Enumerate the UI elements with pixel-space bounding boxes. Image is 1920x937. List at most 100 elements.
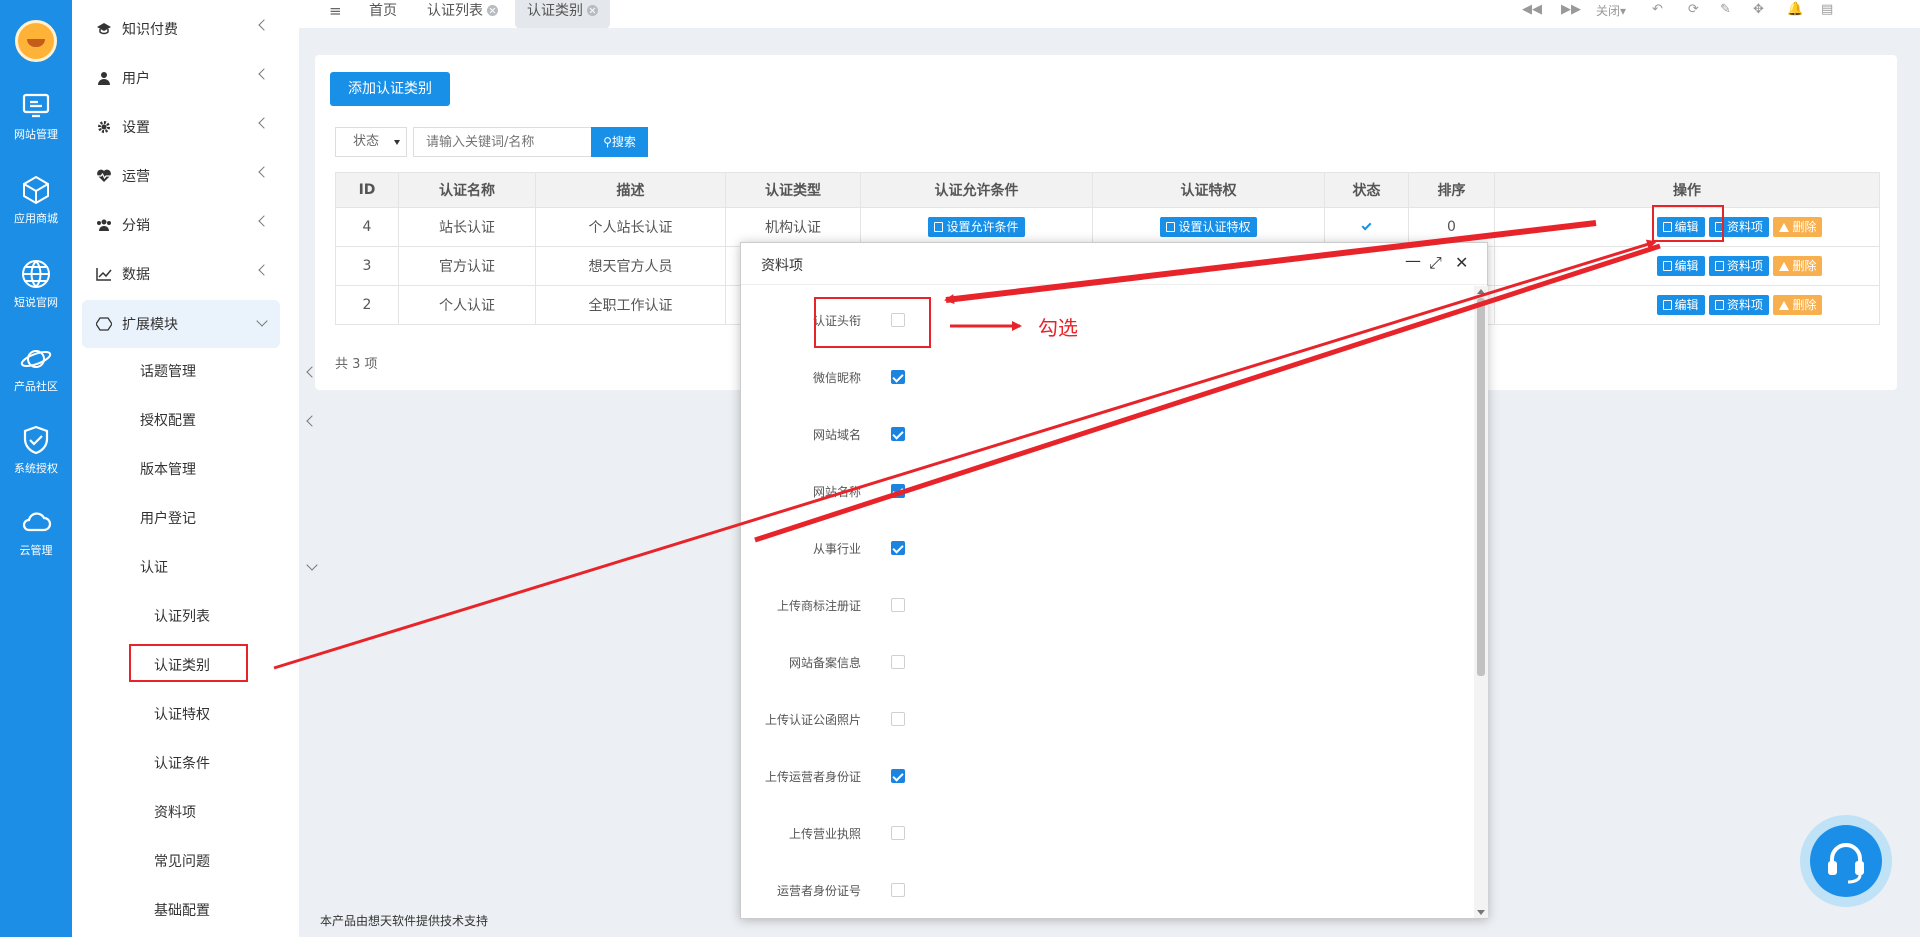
field-label: 网站备案信息: [788, 656, 861, 670]
menu-item-settings[interactable]: 设置: [82, 105, 282, 149]
menu-sub-topics[interactable]: 话题管理: [140, 352, 340, 392]
sidebar-menu: 知识付费 用户 设置 运营 分销 数据 扩展模块 话题管理 授权配置 版本管理 …: [72, 0, 318, 937]
menu-sub-user-register[interactable]: 用户登记: [140, 499, 340, 539]
status-select[interactable]: 状态: [335, 127, 407, 157]
cell-actions: 编辑 资料项 删除: [1494, 246, 1880, 286]
add-category-button[interactable]: 添加认证类别: [330, 72, 450, 106]
menu-subsub-data-items[interactable]: 资料项: [154, 793, 354, 833]
delete-button[interactable]: 删除: [1773, 295, 1823, 315]
field-checkbox[interactable]: [891, 370, 905, 384]
logo-icon[interactable]: [15, 20, 57, 62]
menu-item-label: 分销: [122, 218, 150, 234]
menu-item-distribution[interactable]: 分销: [82, 203, 282, 247]
menu-sub-certification[interactable]: 认证: [140, 548, 340, 588]
rail-item-community[interactable]: 产品社区: [0, 338, 72, 414]
copy-icon: [1714, 300, 1724, 310]
edit-button[interactable]: 编辑: [1656, 295, 1705, 315]
cell-actions: 编辑 资料项 删除: [1494, 285, 1880, 325]
field-checkbox[interactable]: [891, 484, 905, 498]
check-icon[interactable]: [1361, 220, 1372, 231]
menu-subsub-cert-condition[interactable]: 认证条件: [154, 744, 354, 784]
close-icon[interactable]: [587, 5, 598, 16]
close-icon[interactable]: ✕: [1455, 253, 1468, 272]
bell-icon[interactable]: 🔔: [1787, 2, 1803, 17]
undo-icon[interactable]: ↶: [1652, 2, 1663, 17]
tab-cert-category[interactable]: 认证类别: [515, 0, 610, 28]
rail-item-cloud[interactable]: 云管理: [0, 502, 72, 578]
field-checkbox[interactable]: [891, 883, 905, 897]
field-checkbox[interactable]: [891, 826, 905, 840]
tab-home[interactable]: 首页: [357, 0, 409, 28]
menu-sub-label: 认证条件: [154, 756, 210, 772]
close-icon[interactable]: [487, 5, 498, 16]
rail-item-official-site[interactable]: 短说官网: [0, 254, 72, 330]
scroll-left-icon[interactable]: ◀◀: [1522, 2, 1542, 17]
maximize-icon[interactable]: ⤢: [1429, 253, 1442, 273]
minimize-icon[interactable]: —: [1405, 251, 1421, 270]
field-label: 上传认证公函照片: [764, 713, 861, 727]
search-input[interactable]: [413, 127, 592, 157]
scroll-thumb[interactable]: [1477, 298, 1485, 676]
cell-name: 官方认证: [398, 246, 536, 286]
annotation-text: 勾选: [1038, 316, 1078, 340]
column-header: 认证特权: [1092, 172, 1325, 208]
delete-label: 删除: [1792, 298, 1817, 312]
column-header: 认证名称: [398, 172, 536, 208]
menu-subsub-cert-privilege[interactable]: 认证特权: [154, 695, 354, 735]
dialog-body: 认证头衔 微信昵称 网站域名 网站名称 从事行业 上传商标注册证 网站备案信息 …: [741, 286, 1476, 918]
rail-item-site-admin[interactable]: 网站管理: [0, 86, 72, 162]
field-checkbox[interactable]: [891, 598, 905, 612]
cube-icon: [23, 175, 49, 205]
close-tabs-menu[interactable]: 关闭▾: [1596, 2, 1626, 19]
menu-sub-license-config[interactable]: 授权配置: [140, 401, 340, 441]
tab-cert-list[interactable]: 认证列表: [415, 0, 510, 28]
cell-status: [1324, 207, 1409, 247]
scroll-right-icon[interactable]: ▶▶: [1561, 2, 1581, 17]
hamburger-icon[interactable]: ≡: [329, 2, 342, 20]
rail-item-system-license[interactable]: 系统授权: [0, 420, 72, 496]
chevron-down-icon: [306, 559, 318, 571]
edit-icon: [1662, 261, 1672, 271]
set-condition-label: 设置允许条件: [946, 220, 1019, 234]
set-condition-button[interactable]: 设置允许条件: [928, 217, 1025, 237]
menu-item-extensions[interactable]: 扩展模块: [82, 300, 280, 348]
refresh-icon[interactable]: ⟳: [1688, 2, 1699, 17]
menu-subsub-cert-list[interactable]: 认证列表: [154, 597, 354, 637]
help-bubble[interactable]: [1800, 815, 1892, 907]
scroll-up-icon[interactable]: [1477, 289, 1485, 294]
edit-button[interactable]: 编辑: [1656, 256, 1705, 276]
move-icon[interactable]: ✥: [1753, 2, 1764, 17]
menu-item-knowledge-pay[interactable]: 知识付费: [82, 7, 282, 51]
menu-item-label: 扩展模块: [122, 317, 178, 333]
field-checkbox[interactable]: [891, 655, 905, 669]
data-items-button[interactable]: 资料项: [1708, 256, 1769, 276]
data-items-button[interactable]: 资料项: [1708, 295, 1769, 315]
scroll-down-icon[interactable]: [1477, 910, 1485, 915]
field-checkbox[interactable]: [891, 769, 905, 783]
field-row: 网站名称: [741, 479, 1441, 503]
field-checkbox[interactable]: [891, 712, 905, 726]
field-row: 从事行业: [741, 536, 1441, 560]
field-checkbox[interactable]: [891, 427, 905, 441]
annotation-box-menu-category: [129, 644, 248, 682]
menu-sub-versions[interactable]: 版本管理: [140, 450, 340, 490]
menu-item-operations[interactable]: 运营: [82, 154, 282, 198]
warning-icon: [1779, 223, 1790, 232]
delete-button[interactable]: 删除: [1773, 217, 1823, 237]
menu-item-users[interactable]: 用户: [82, 56, 282, 100]
brush-icon[interactable]: ✎: [1720, 2, 1731, 17]
field-row: 运营者身份证号: [741, 878, 1441, 902]
dialog-scrollbar[interactable]: [1474, 286, 1488, 918]
menu-subsub-faq[interactable]: 常见问题: [154, 842, 354, 882]
search-button[interactable]: ⚲搜索: [591, 127, 648, 157]
column-header: 认证类型: [725, 172, 861, 208]
delete-button[interactable]: 删除: [1773, 256, 1823, 276]
menu-item-data[interactable]: 数据: [82, 252, 282, 296]
field-checkbox[interactable]: [891, 541, 905, 555]
dialog-title: 资料项: [761, 258, 803, 274]
menu-sub-label: 版本管理: [140, 462, 196, 478]
set-privilege-button[interactable]: 设置认证特权: [1160, 217, 1257, 237]
rail-item-label: 短说官网: [14, 296, 58, 309]
list-icon[interactable]: ▤: [1821, 2, 1833, 17]
rail-item-app-store[interactable]: 应用商城: [0, 170, 72, 246]
